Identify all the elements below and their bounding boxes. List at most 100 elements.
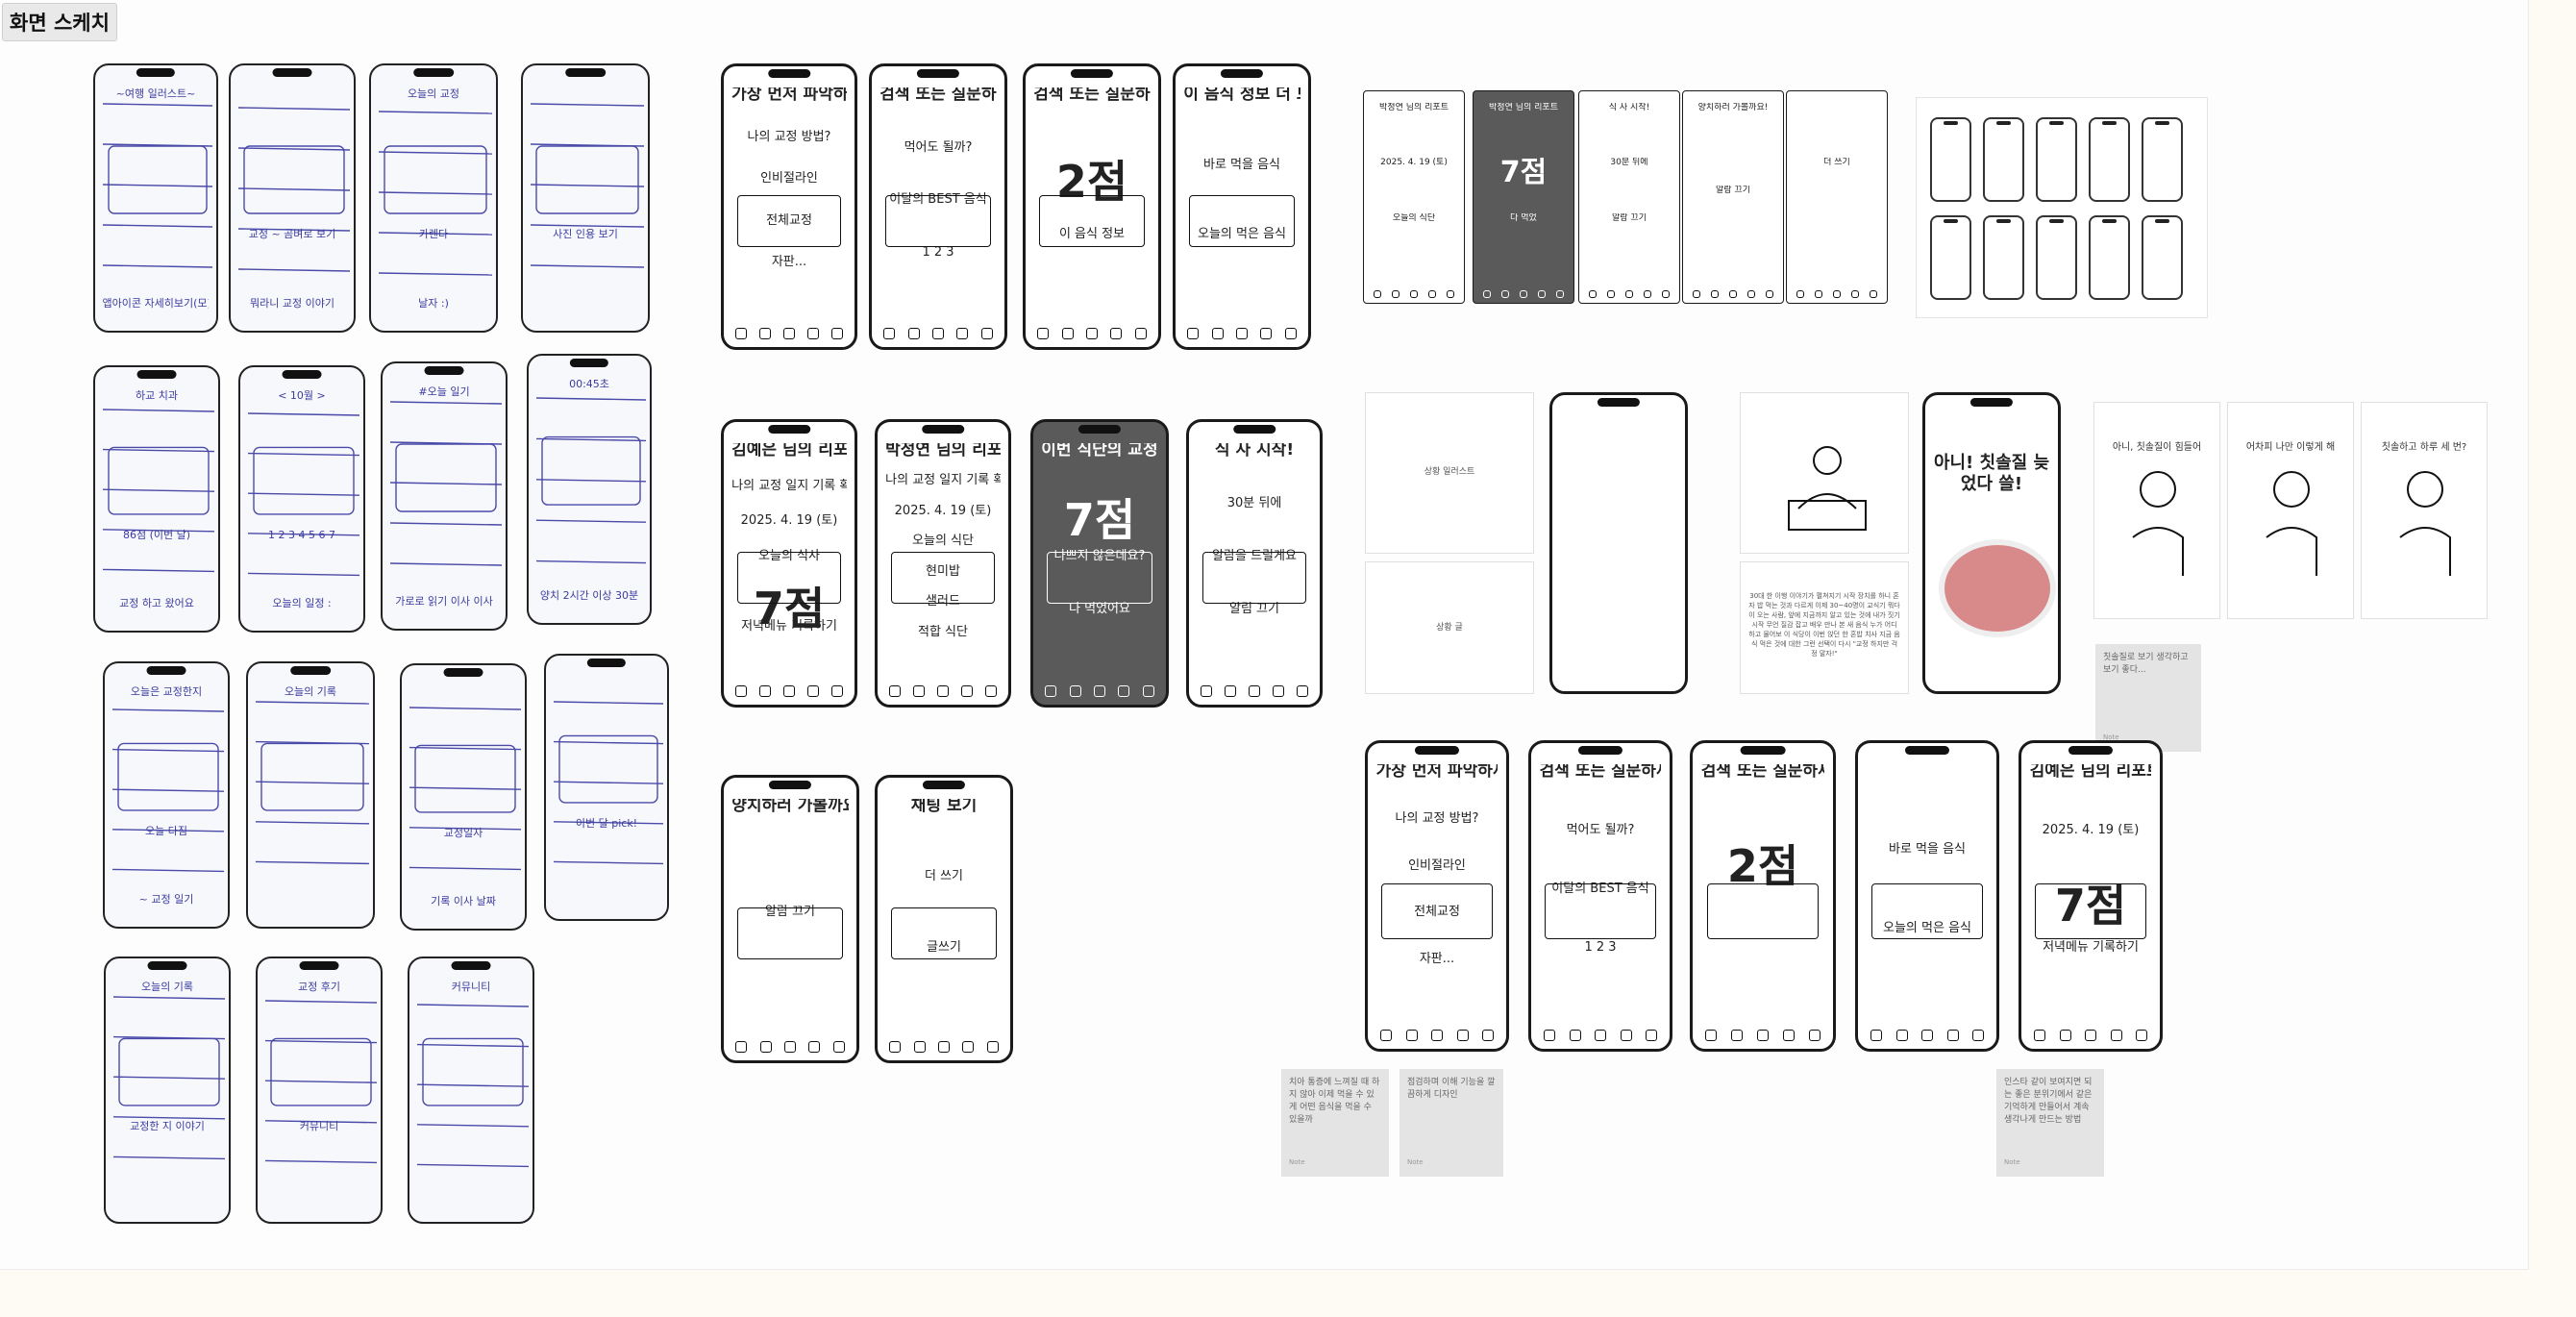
bottom-nav-bar[interactable] [1477, 289, 1570, 299]
nav-tab-icon[interactable] [1447, 290, 1455, 298]
ink-sketch-phone[interactable]: 김예은 님의 리포트 2025. 4. 19 (토) 7점 저녁메뉴 기록하기 [2019, 740, 2163, 1052]
design-canvas[interactable]: 화면 스케치 ~여행 일러스트~ 앱아이콘 자세히보기(모)모얼 교정 ~ 곰벼로 … [0, 0, 2529, 1270]
bottom-nav-bar[interactable] [878, 326, 1000, 341]
nav-tab-icon[interactable] [931, 328, 944, 339]
nav-tab-icon[interactable] [1069, 685, 1081, 697]
nav-tab-icon[interactable] [1588, 290, 1597, 298]
nav-tab-icon[interactable] [1782, 1030, 1795, 1041]
bottom-nav-bar[interactable] [1864, 1028, 1992, 1043]
nav-tab-icon[interactable] [912, 685, 925, 697]
blank-phone-frame[interactable] [1549, 392, 1688, 694]
photo-sketch-phone[interactable]: 교정 후기 커뮤니티 [256, 957, 383, 1224]
nav-tab-icon[interactable] [1200, 685, 1212, 697]
photo-sketch-phone[interactable]: ~여행 일러스트~ 앱아이콘 자세히보기(모)모얼 [93, 63, 218, 333]
nav-tab-icon[interactable] [888, 685, 901, 697]
photo-sketch-phone[interactable]: #오늘 일기 가로로 읽기 이사 이사 [381, 361, 508, 631]
nav-tab-icon[interactable] [1134, 328, 1147, 339]
bottom-nav-bar[interactable] [1698, 1028, 1827, 1043]
nav-tab-icon[interactable] [1814, 290, 1822, 298]
nav-tab-icon[interactable] [806, 328, 819, 339]
nav-tab-icon[interactable] [907, 328, 920, 339]
character-illustration-tile[interactable]: 어차피 나만 이렇게 해 [2227, 402, 2354, 619]
phone-outline-grid[interactable] [1916, 97, 2208, 318]
nav-tab-icon[interactable] [2034, 1030, 2045, 1041]
nav-tab-icon[interactable] [1756, 1030, 1769, 1041]
character-illustration-tile[interactable]: 아니, 칫솔질이 힘들어 [2093, 402, 2220, 619]
sticky-note[interactable]: 점검하며 이해 기능을 깔끔하게 디자인 Note [1399, 1069, 1503, 1177]
bottom-nav-bar[interactable] [1687, 289, 1779, 299]
nav-tab-icon[interactable] [806, 685, 819, 697]
ink-sketch-phone[interactable]: 가장 먼저 파악하세요!나의 교정 방법?인비절라인전체교정자판... [721, 63, 857, 350]
nav-tab-icon[interactable] [1118, 685, 1130, 697]
ink-sketch-phone[interactable]: 박정연 님의 리포트나의 교정 일지 기록 확인하기 2025. 4. 19 (토… [875, 419, 1011, 708]
bottom-nav-bar[interactable] [1194, 683, 1314, 699]
photo-sketch-phone[interactable]: 오늘의 교정 카렌다 날자 :) [369, 63, 498, 333]
ink-sketch-phone[interactable]: 이번 식단의 교정점수는7점나쁘지 않은데요?다 먹었어요 [1030, 419, 1169, 708]
nav-tab-icon[interactable] [1644, 290, 1652, 298]
nav-tab-icon[interactable] [1544, 1030, 1555, 1041]
ink-sketch-phone[interactable]: 식 사 시작! 30분 뒤에 알람을 드릴게요 알림 끄기 [1186, 419, 1323, 708]
nav-tab-icon[interactable] [1085, 328, 1098, 339]
nav-tab-icon[interactable] [1705, 1030, 1718, 1041]
nav-tab-icon[interactable] [1297, 685, 1308, 697]
nav-tab-icon[interactable] [1093, 685, 1105, 697]
nav-tab-icon[interactable] [783, 1041, 796, 1053]
nav-tab-icon[interactable] [1620, 1030, 1632, 1041]
nav-tab-icon[interactable] [1731, 1030, 1744, 1041]
nav-tab-icon[interactable] [1211, 328, 1224, 339]
bottom-nav-bar[interactable] [729, 326, 849, 341]
nav-tab-icon[interactable] [1519, 290, 1527, 298]
nav-tab-icon[interactable] [1972, 1030, 1984, 1041]
nav-tab-icon[interactable] [986, 1041, 999, 1053]
nav-tab-icon[interactable] [1456, 1030, 1469, 1041]
teeth-illustration-phone[interactable]: 아니! 칫솔질 늦었다 쓸! [1922, 392, 2061, 694]
nav-tab-icon[interactable] [1431, 1030, 1443, 1041]
nav-tab-icon[interactable] [883, 328, 896, 339]
nav-tab-icon[interactable] [831, 328, 843, 339]
nav-tab-icon[interactable] [735, 1041, 748, 1053]
nav-tab-icon[interactable] [1380, 1030, 1392, 1041]
nav-tab-icon[interactable] [1235, 328, 1248, 339]
photo-sketch-phone[interactable]: 00:45초 양치 2시간 이상 30분 [527, 354, 652, 625]
photo-sketch-phone[interactable]: 오늘은 교정한지 오늘 다짐 ~ 교정 일기 [103, 661, 230, 929]
nav-tab-icon[interactable] [1500, 290, 1509, 298]
nav-tab-icon[interactable] [1391, 290, 1399, 298]
bottom-nav-bar[interactable] [2027, 1028, 2155, 1043]
mini-phone-outline[interactable] [1930, 117, 1971, 202]
photo-sketch-phone[interactable]: 이번 달 pick! [544, 654, 669, 921]
mini-phone-outline[interactable] [2036, 117, 2077, 202]
nav-tab-icon[interactable] [1662, 290, 1671, 298]
bottom-nav-bar[interactable] [882, 683, 1003, 699]
mini-phone-outline[interactable] [2142, 117, 2183, 202]
nav-tab-icon[interactable] [985, 685, 997, 697]
ink-sketch-phone[interactable]: 검색 또는 질문하세요2점이 음식 정보 [1023, 63, 1161, 350]
ink-sketch-phone[interactable]: 채팅 보기 더 쓰기 글쓰기 [875, 775, 1013, 1063]
description-tile[interactable]: 30대 한 이행 이야기가 펼쳐지기 시작 장치를 하니 혼자 밥 먹는 것과 … [1740, 561, 1909, 694]
nav-tab-icon[interactable] [1224, 685, 1236, 697]
mini-phone-outline[interactable] [1983, 117, 2024, 202]
nav-tab-icon[interactable] [1045, 685, 1057, 697]
ui-screen[interactable]: 더 쓰기 [1786, 90, 1888, 304]
ink-sketch-phone[interactable]: 양치하러 가볼까요!알람 끄기 [721, 775, 859, 1063]
bottom-nav-bar[interactable] [1537, 1028, 1665, 1043]
nav-tab-icon[interactable] [1061, 328, 1074, 339]
photo-sketch-phone[interactable]: 사진 인용 보기 [521, 63, 650, 333]
nav-tab-icon[interactable] [1482, 1030, 1494, 1041]
nav-tab-icon[interactable] [960, 685, 973, 697]
scenario-text-tile[interactable]: 상황 글 [1365, 561, 1534, 694]
mini-phone-outline[interactable] [2089, 117, 2130, 202]
illustration-tile[interactable] [1740, 392, 1909, 554]
nav-tab-icon[interactable] [1921, 1030, 1933, 1041]
nav-tab-icon[interactable] [832, 1041, 845, 1053]
ink-sketch-phone[interactable]: 가장 먼저 파악하세요!나의 교정 방법?인비절라인전체교정자판... [1365, 740, 1509, 1052]
nav-tab-icon[interactable] [782, 685, 795, 697]
photo-sketch-phone[interactable]: 교정일자 기록 이사 날짜 [400, 663, 527, 931]
mini-phone-outline[interactable] [2036, 215, 2077, 300]
nav-tab-icon[interactable] [1405, 1030, 1418, 1041]
nav-tab-icon[interactable] [2136, 1030, 2147, 1041]
ink-sketch-phone[interactable]: 바로 먹을 음식 오늘의 먹은 음식 [1855, 740, 1999, 1052]
nav-tab-icon[interactable] [937, 1041, 950, 1053]
nav-tab-icon[interactable] [1946, 1030, 1959, 1041]
nav-tab-icon[interactable] [1284, 328, 1297, 339]
nav-tab-icon[interactable] [2110, 1030, 2122, 1041]
